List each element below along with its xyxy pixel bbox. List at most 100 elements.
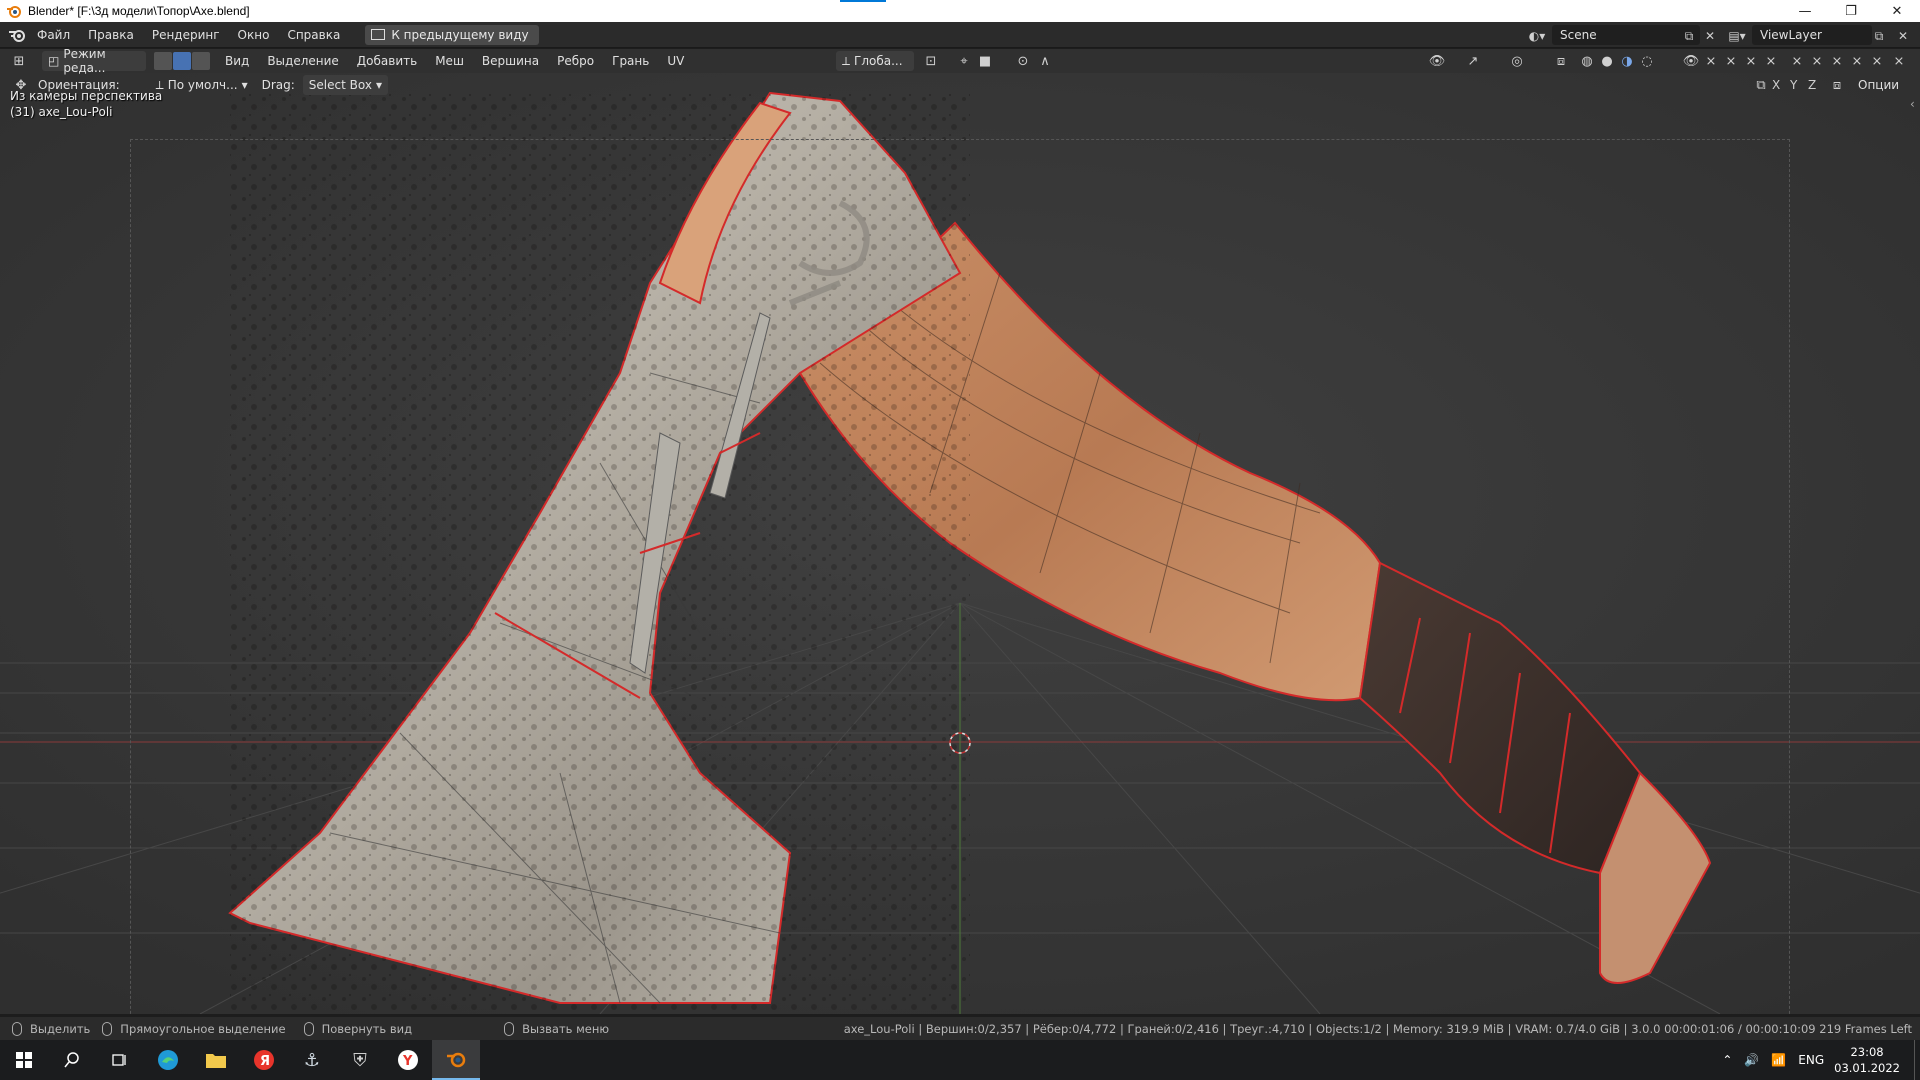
- snap-element-icon[interactable]: ⨯: [1868, 52, 1886, 70]
- status-rotate: Повернуть вид: [303, 1022, 413, 1036]
- sidebar-toggle-icon[interactable]: ‹: [1910, 97, 1915, 111]
- proportional-edit-icon[interactable]: ⊙: [1014, 52, 1032, 70]
- rendered-shading-icon[interactable]: ◌: [1638, 52, 1656, 70]
- menu-select[interactable]: Выделение: [258, 54, 347, 68]
- menu-render[interactable]: Рендеринг: [143, 22, 229, 48]
- mirror-y-icon[interactable]: ⨯: [1742, 52, 1760, 70]
- window-title: Blender* [F:\3д модели\Топор\Axe.blend]: [28, 4, 250, 18]
- overlays-icon[interactable]: ◎: [1508, 52, 1526, 70]
- snap-target-icon[interactable]: ■: [976, 52, 994, 70]
- transform-orientation-dropdown[interactable]: ⟂ Глоба...: [836, 51, 914, 71]
- menu-edit[interactable]: Правка: [79, 22, 143, 48]
- symmetry-icon[interactable]: ⧉: [1752, 76, 1770, 94]
- close-button[interactable]: ✕: [1874, 0, 1920, 22]
- menu-add[interactable]: Добавить: [348, 54, 426, 68]
- remove-scene-icon[interactable]: ✕: [1697, 27, 1723, 45]
- solid-shading-icon[interactable]: ●: [1598, 52, 1616, 70]
- search-button[interactable]: [48, 1040, 96, 1080]
- menu-help[interactable]: Справка: [278, 22, 349, 48]
- options-dropdown[interactable]: Опции: [1858, 78, 1899, 92]
- scene-icon[interactable]: ◐▾: [1524, 27, 1550, 45]
- taskbar-edge[interactable]: [144, 1040, 192, 1080]
- taskbar-yandex[interactable]: Я: [240, 1040, 288, 1080]
- chevron-up-icon[interactable]: ⌃: [1722, 1053, 1732, 1067]
- drag-value: Select Box: [308, 78, 372, 92]
- menu-window[interactable]: Окно: [229, 22, 279, 48]
- face-select-button[interactable]: [192, 52, 210, 70]
- taskbar-explorer[interactable]: [192, 1040, 240, 1080]
- auto-merge-icon[interactable]: ⨯: [1788, 52, 1806, 70]
- mesh-options-icon[interactable]: ⨯: [1702, 52, 1720, 70]
- 3d-viewport[interactable]: Из камеры перспектива (31) axe_Lou-Poli …: [0, 73, 1920, 1014]
- mouse-left-icon: [12, 1022, 22, 1036]
- menu-view[interactable]: Вид: [216, 54, 258, 68]
- gizmo-icon[interactable]: ↗: [1464, 52, 1482, 70]
- axis-y-toggle[interactable]: Y: [1790, 78, 1797, 92]
- status-rotate-label: Повернуть вид: [321, 1022, 413, 1036]
- mirror-z-icon[interactable]: ⨯: [1762, 52, 1780, 70]
- mode-dropdown[interactable]: ◰ Режим реда...: [42, 47, 146, 75]
- restore-button[interactable]: ❐: [1828, 0, 1874, 22]
- orientation-icon: ⟂: [842, 53, 851, 68]
- select-mode-group: [154, 52, 210, 70]
- pivot-point-icon[interactable]: ⊡: [922, 52, 940, 70]
- blender-logo-icon[interactable]: [6, 24, 28, 46]
- language-indicator[interactable]: ENG: [1798, 1053, 1824, 1067]
- status-select: Выделить: [12, 1022, 90, 1036]
- xray-icon[interactable]: ⧈: [1552, 52, 1570, 70]
- minimize-button[interactable]: —: [1782, 0, 1828, 22]
- remove-view-layer-icon[interactable]: ✕: [1890, 27, 1916, 45]
- taskbar-yandex-browser[interactable]: Y: [384, 1040, 432, 1080]
- mode-label: Режим реда...: [63, 47, 106, 75]
- taskbar-warships[interactable]: ⚓: [288, 1040, 336, 1080]
- chevron-down-icon: ▾: [241, 78, 248, 92]
- start-button[interactable]: [0, 1040, 48, 1080]
- show-desktop-button[interactable]: [1914, 1040, 1920, 1080]
- view-layer-selector[interactable]: ViewLayer: [1752, 25, 1872, 45]
- game-icon: ⛨: [353, 1049, 367, 1071]
- task-view-button[interactable]: [96, 1040, 144, 1080]
- search-icon: [64, 1052, 79, 1068]
- menu-vertex[interactable]: Вершина: [473, 54, 548, 68]
- axis-x-toggle[interactable]: X: [1772, 78, 1780, 92]
- back-to-previous-button[interactable]: К предыдущему виду: [365, 24, 539, 45]
- mirror-x-icon[interactable]: ⨯: [1722, 52, 1740, 70]
- material-shading-icon[interactable]: ◑: [1618, 52, 1636, 70]
- menu-file[interactable]: Файл: [28, 22, 79, 48]
- orientation-dropdown[interactable]: ⟂ По умолч... ▾: [150, 75, 254, 95]
- volume-icon[interactable]: 🔊: [1744, 1053, 1759, 1067]
- status-call-menu-label: Вызвать меню: [522, 1022, 610, 1036]
- new-view-layer-icon[interactable]: ⧉: [1866, 27, 1892, 45]
- menu-uv[interactable]: UV: [658, 54, 693, 68]
- mouse-middle-icon: [303, 1022, 314, 1036]
- live-unwrap-icon[interactable]: ⨯: [1808, 52, 1826, 70]
- drag-dropdown[interactable]: Select Box ▾: [302, 75, 388, 95]
- snap-icon[interactable]: ⌖: [955, 52, 973, 70]
- blender-app-icon: [7, 6, 21, 18]
- taskbar-tanks[interactable]: ⛨: [336, 1040, 384, 1080]
- snap-settings-icon[interactable]: ⧈: [1828, 76, 1846, 94]
- view-layer-icon[interactable]: ▤▾: [1724, 27, 1750, 45]
- edge-select-button[interactable]: [173, 52, 191, 70]
- editor-type-icon[interactable]: ⊞: [10, 52, 28, 70]
- vertex-select-button[interactable]: [154, 52, 172, 70]
- axis-z-toggle[interactable]: Z: [1808, 78, 1816, 92]
- move-tool-icon: ✥: [15, 77, 27, 93]
- menu-edge[interactable]: Ребро: [548, 54, 603, 68]
- status-select-label: Выделить: [30, 1022, 91, 1036]
- title-progress-indicator: [840, 0, 886, 2]
- yandex-browser-icon: Y: [398, 1050, 418, 1070]
- hide-icon[interactable]: 👁: [1682, 52, 1700, 70]
- viewport-header: ⊞ ◰ Режим реда... Вид Выделение Добавить…: [0, 47, 1920, 75]
- menu-mesh[interactable]: Меш: [426, 54, 473, 68]
- clock[interactable]: 23:08 03.01.2022: [1834, 1044, 1900, 1076]
- topology-icon[interactable]: ⨯: [1848, 52, 1866, 70]
- menu-face[interactable]: Грань: [603, 54, 658, 68]
- falloff-icon[interactable]: ∧: [1036, 52, 1054, 70]
- taskbar-blender[interactable]: [432, 1040, 480, 1080]
- visibility-icon[interactable]: 👁: [1428, 52, 1446, 70]
- wireframe-shading-icon[interactable]: ◍: [1578, 52, 1596, 70]
- uv-sync-icon[interactable]: ⨯: [1828, 52, 1846, 70]
- extra-toggle-icon[interactable]: ⨯: [1890, 52, 1908, 70]
- network-icon[interactable]: 📶: [1771, 1053, 1786, 1067]
